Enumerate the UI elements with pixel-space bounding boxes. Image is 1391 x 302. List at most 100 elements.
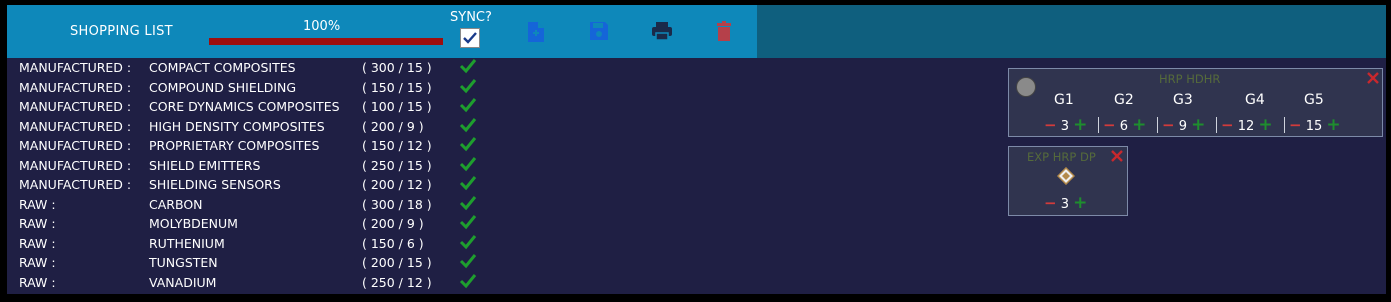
increment-button[interactable]: + (1073, 115, 1087, 135)
decrement-button[interactable]: − (1162, 116, 1175, 134)
divider (1098, 117, 1099, 133)
progress-bar (209, 38, 443, 45)
exp-value: 3 (1060, 197, 1069, 212)
item-quantity: ( 200 / 9 ) (362, 216, 424, 231)
increment-button[interactable]: + (1132, 115, 1146, 135)
item-quantity: ( 250 / 15 ) (362, 157, 432, 173)
item-name: CARBON (149, 196, 203, 212)
grade-value: 3 (1060, 119, 1069, 134)
item-category: RAW : (19, 196, 56, 212)
list-item: MANUFACTURED : HIGH DENSITY COMPOSITES (… (19, 117, 499, 137)
grade-stepper: − 3 + (1044, 115, 1087, 135)
close-icon[interactable] (1110, 148, 1124, 167)
list-item: MANUFACTURED : PROPRIETARY COMPOSITES ( … (19, 136, 499, 156)
divider (1216, 117, 1217, 133)
check-icon (459, 156, 477, 175)
item-quantity: ( 300 / 15 ) (362, 60, 432, 75)
progress-label: 100% (303, 19, 341, 34)
panel-toggle[interactable] (1016, 77, 1036, 97)
item-name: VANADIUM (149, 274, 217, 290)
close-icon[interactable] (1366, 70, 1380, 89)
print-icon[interactable] (651, 21, 672, 43)
item-name: MOLYBDENUM (149, 216, 238, 231)
list-item: RAW : RUTHENIUM ( 150 / 6 ) (19, 234, 499, 254)
check-icon (459, 117, 477, 136)
check-icon (459, 273, 477, 292)
item-category: RAW : (19, 235, 56, 251)
grade-value: 15 (1305, 119, 1323, 134)
diamond-icon (1056, 166, 1076, 189)
check-icon (459, 78, 477, 97)
divider (1284, 117, 1285, 133)
header-left: SHOPPING LIST 100% SYNC? (7, 5, 757, 58)
new-file-icon[interactable] (527, 21, 547, 43)
grade-stepper: − 12 + (1221, 115, 1273, 135)
sync-checkbox[interactable] (460, 28, 480, 48)
list-item: RAW : VANADIUM ( 250 / 12 ) (19, 273, 499, 293)
check-icon (459, 136, 477, 155)
increment-button[interactable]: + (1258, 115, 1272, 135)
check-icon (459, 234, 477, 253)
item-quantity: ( 300 / 18 ) (362, 196, 432, 212)
item-category: MANUFACTURED : (19, 177, 132, 192)
hrp-hdhr-panel: HRP HDHR G1 G2 G3 G4 G5 − 3 + − 6 + − 9 … (1008, 68, 1383, 137)
divider (1157, 117, 1158, 133)
increment-button[interactable]: + (1073, 193, 1087, 213)
decrement-button[interactable]: − (1044, 116, 1057, 134)
item-name: COMPACT COMPOSITES (149, 60, 296, 75)
grade-value: 9 (1178, 119, 1187, 134)
item-category: MANUFACTURED : (19, 60, 132, 75)
item-quantity: ( 100 / 15 ) (362, 99, 432, 114)
item-name: HIGH DENSITY COMPOSITES (149, 118, 325, 134)
increment-button[interactable]: + (1191, 115, 1205, 135)
panel-title: HRP HDHR (1159, 72, 1221, 86)
check-icon (459, 175, 477, 194)
check-icon (459, 195, 477, 214)
grade-label: G2 (1114, 92, 1134, 108)
list-item: RAW : TUNGSTEN ( 200 / 15 ) (19, 253, 499, 273)
item-quantity: ( 150 / 12 ) (362, 138, 432, 153)
grade-label: G5 (1304, 92, 1324, 108)
decrement-button[interactable]: − (1289, 116, 1302, 134)
grade-value: 6 (1119, 119, 1128, 134)
decrement-button[interactable]: − (1221, 116, 1234, 134)
item-quantity: ( 150 / 6 ) (362, 235, 424, 251)
item-category: MANUFACTURED : (19, 138, 132, 153)
check-icon (459, 253, 477, 272)
grade-stepper: − 6 + (1103, 115, 1146, 135)
item-name: CORE DYNAMICS COMPOSITES (149, 99, 340, 114)
item-category: MANUFACTURED : (19, 99, 132, 114)
increment-button[interactable]: + (1326, 115, 1340, 135)
decrement-button[interactable]: − (1044, 194, 1057, 212)
list-item: RAW : MOLYBDENUM ( 200 / 9 ) (19, 214, 499, 234)
save-icon[interactable] (589, 21, 609, 43)
shopping-list: MANUFACTURED : COMPACT COMPOSITES ( 300 … (19, 58, 499, 292)
item-quantity: ( 200 / 12 ) (362, 177, 432, 192)
grade-label: G3 (1173, 92, 1193, 108)
item-category: MANUFACTURED : (19, 118, 132, 134)
sync-label: SYNC? (450, 10, 492, 25)
item-category: MANUFACTURED : (19, 157, 132, 173)
grade-label: G1 (1054, 92, 1074, 108)
item-name: PROPRIETARY COMPOSITES (149, 138, 320, 153)
grade-value: 12 (1237, 119, 1255, 134)
grade-stepper: − 15 + (1289, 115, 1341, 135)
list-item: MANUFACTURED : SHIELD EMITTERS ( 250 / 1… (19, 156, 499, 176)
item-quantity: ( 250 / 12 ) (362, 274, 432, 290)
item-quantity: ( 200 / 15 ) (362, 255, 432, 270)
delete-icon[interactable] (716, 21, 736, 43)
check-icon (459, 214, 477, 233)
item-name: COMPOUND SHIELDING (149, 79, 297, 95)
item-quantity: ( 150 / 15 ) (362, 79, 432, 95)
item-name: TUNGSTEN (149, 255, 218, 270)
exp-hrp-dp-panel: EXP HRP DP − 3 + (1008, 146, 1128, 216)
page-title: SHOPPING LIST (70, 24, 173, 39)
list-item: RAW : CARBON ( 300 / 18 ) (19, 195, 499, 215)
item-category: RAW : (19, 216, 56, 231)
shopping-list-window: SHOPPING LIST 100% SYNC? MANUFACTURED: … (7, 5, 1386, 294)
item-name: SHIELDING SENSORS (149, 177, 281, 192)
decrement-button[interactable]: − (1103, 116, 1116, 134)
list-item: MANUFACTURED : COMPACT COMPOSITES ( 300 … (19, 58, 499, 78)
item-quantity: ( 200 / 9 ) (362, 118, 424, 134)
check-icon (459, 97, 477, 116)
